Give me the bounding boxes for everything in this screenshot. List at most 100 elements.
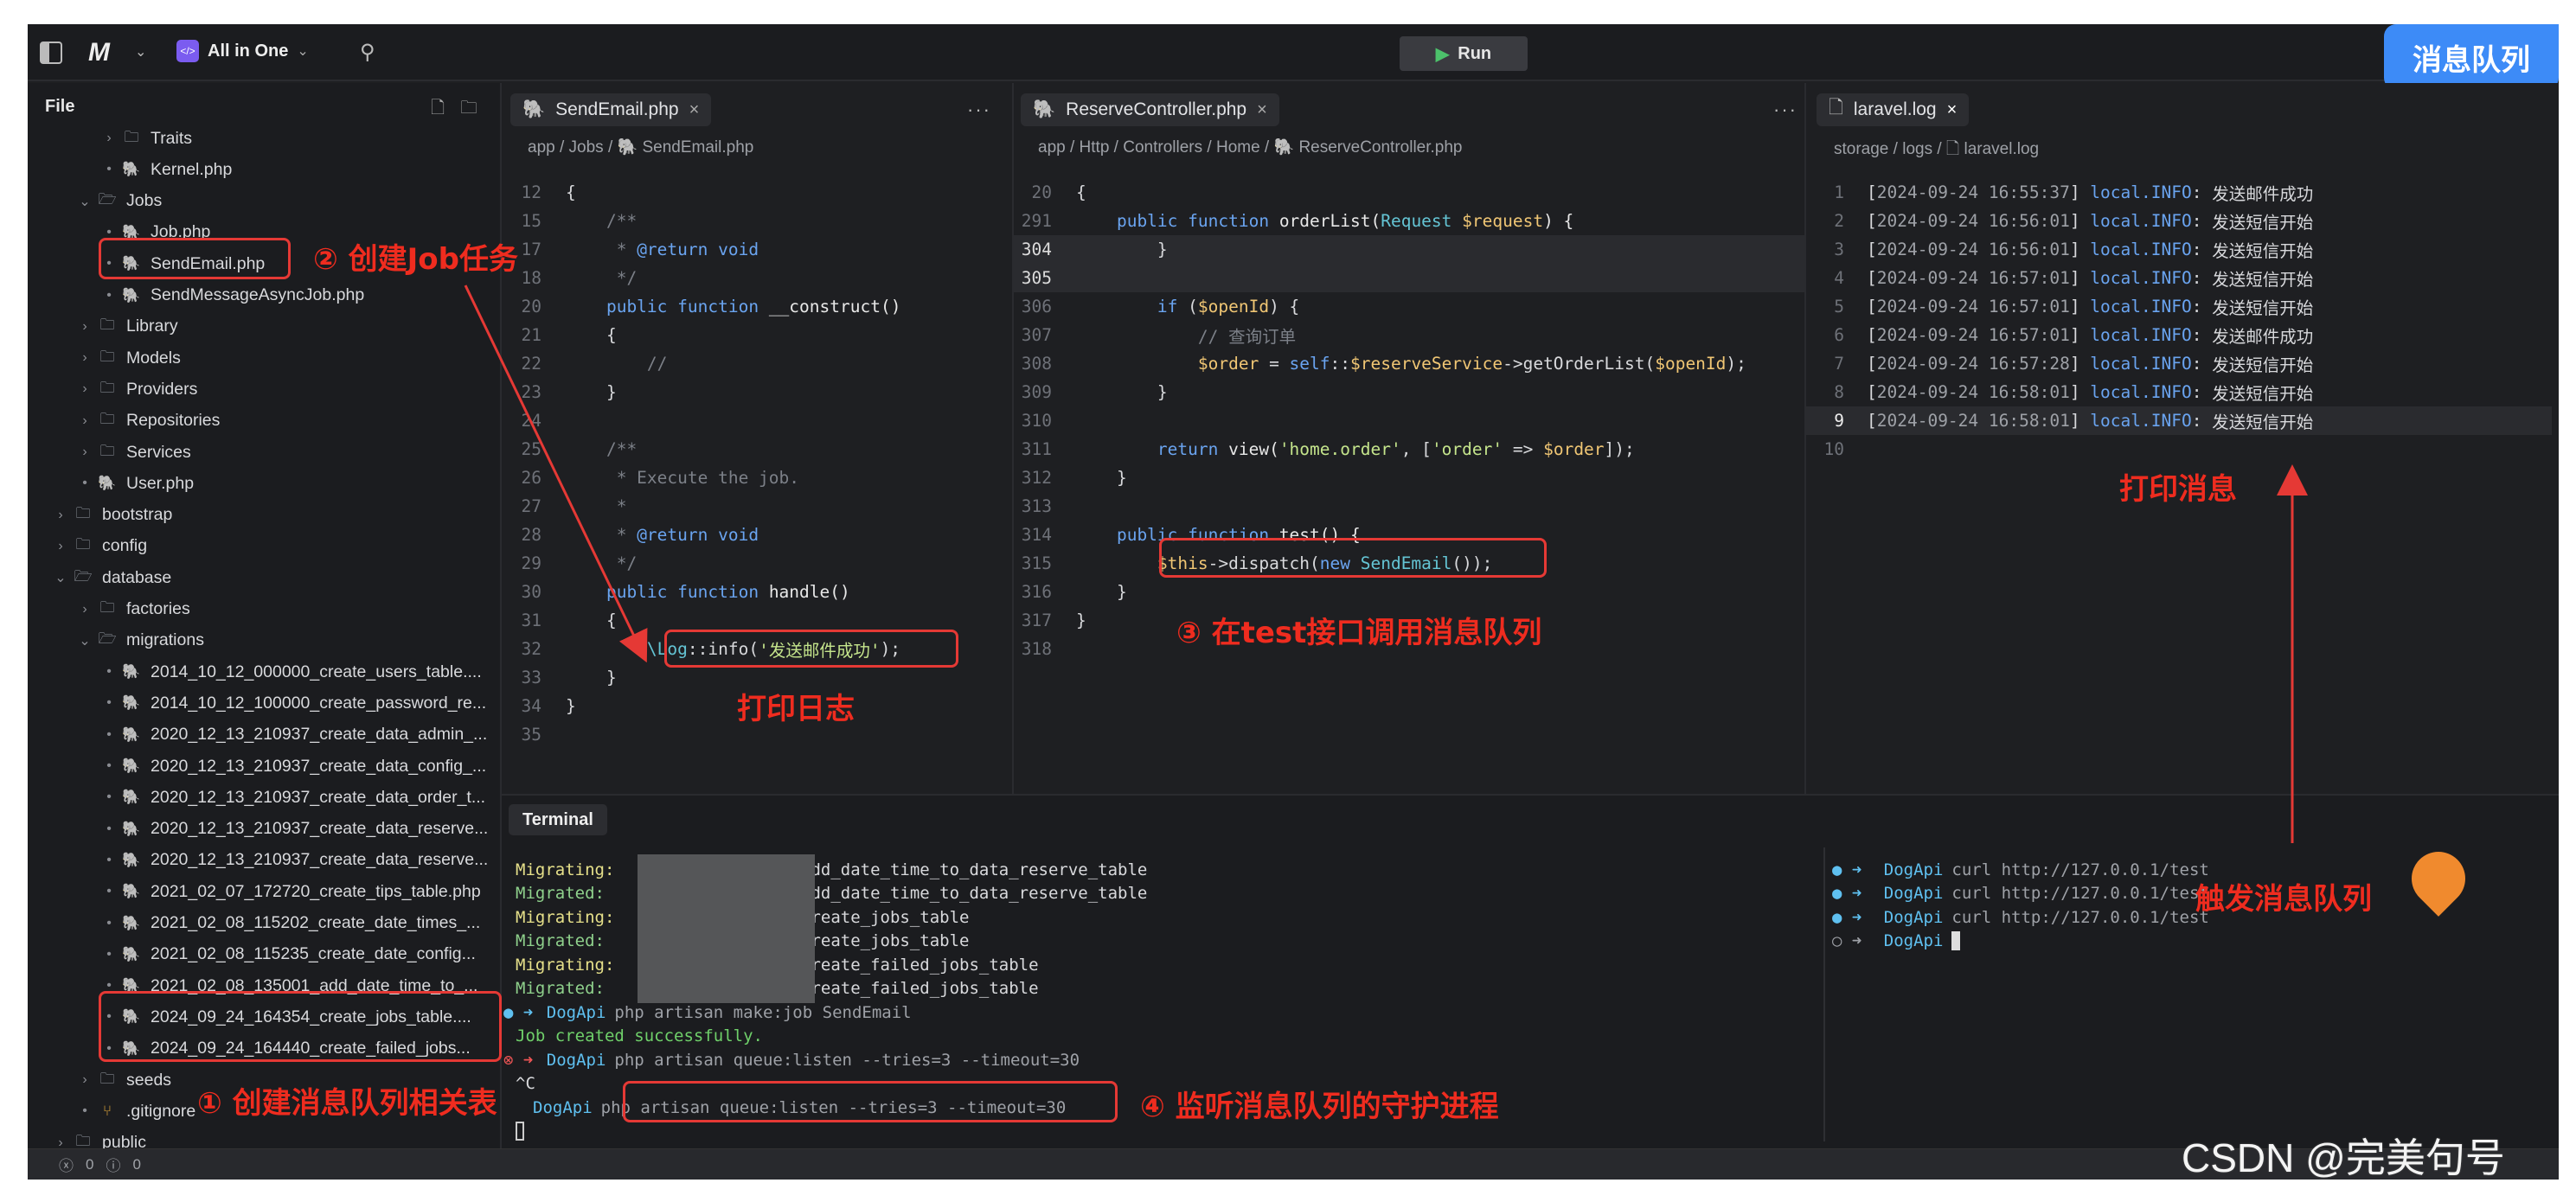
bullet-icon[interactable]: •	[99, 727, 119, 743]
bullet-icon[interactable]: •	[99, 288, 119, 304]
bullet-icon[interactable]: •	[99, 758, 119, 774]
crumb-item[interactable]: Jobs	[569, 138, 604, 157]
file-tree-item[interactable]: › 🗀 Models	[74, 342, 181, 374]
bullet-icon[interactable]: •	[99, 947, 119, 962]
terminal-line[interactable]: Migrated: add_date_time_to_data_reserve_t…	[516, 882, 1147, 905]
file-tree-item[interactable]: ⌄ 🗁 database	[50, 562, 171, 593]
crumb-item[interactable]: storage	[1834, 140, 1888, 158]
bullet-icon[interactable]: •	[99, 916, 119, 931]
file-tree-item[interactable]: • 🐘 2021_02_08_115202_create_date_times_..…	[99, 908, 480, 939]
file-tree-item[interactable]: • 🐘 Kernel.php	[99, 154, 232, 185]
crumb-item[interactable]: Home	[1216, 138, 1260, 157]
close-icon[interactable]: ×	[1947, 100, 1958, 120]
file-tree-item[interactable]: › 🗀 bootstrap	[50, 500, 172, 531]
log-line[interactable]: 9 [2024-09-24 16:58:01] local.INFO: 发送短信开…	[1806, 406, 2552, 435]
chevron-right-icon[interactable]: ›	[99, 131, 119, 146]
terminal-cursor[interactable]	[516, 1120, 524, 1143]
file-tree-item[interactable]: ⌄ 🗁 Jobs	[74, 186, 162, 217]
run-button[interactable]: ▶ Run	[1400, 36, 1528, 71]
file-tree-item[interactable]: • 🐘 SendMessageAsyncJob.php	[99, 280, 364, 311]
file-tree-item[interactable]: ⌄ 🗁 migrations	[74, 625, 204, 656]
log-line[interactable]: 8 [2024-09-24 16:58:01] local.INFO: 发送短信开…	[1806, 378, 2313, 406]
chevron-down-icon[interactable]: ⌄	[74, 632, 95, 649]
terminal-line[interactable]: ● ➜ DogApi curl http://127.0.0.1/test	[1832, 905, 2209, 929]
error-icon[interactable]: ⓧ	[59, 1154, 74, 1175]
bullet-icon[interactable]: •	[74, 476, 95, 491]
warning-icon[interactable]: ⓘ	[106, 1154, 120, 1175]
new-file-icon[interactable]: 🗋	[431, 95, 445, 125]
file-tree-item[interactable]: › 🗀 factories	[74, 594, 189, 625]
crumb-item[interactable]: laravel.log	[1964, 140, 2039, 158]
file-tree-item[interactable]: › 🗀 Services	[74, 437, 190, 468]
log-line[interactable]: 4 [2024-09-24 16:57:01] local.INFO: 发送短信开…	[1806, 264, 2313, 292]
terminal-line[interactable]: ⊗ ➜ DogApi php artisan queue:listen --tri…	[503, 1048, 1080, 1071]
file-tree-item[interactable]: › 🗀 public	[50, 1128, 146, 1148]
tab-reservecontroller[interactable]: 🐘 ReserveController.php ×	[1021, 93, 1279, 126]
chevron-right-icon[interactable]: ›	[74, 413, 95, 429]
file-tree-item[interactable]: • 🐘 2014_10_12_100000_create_password_re..…	[99, 687, 486, 719]
new-folder-icon[interactable]: 🗀	[460, 95, 477, 125]
crumb-item[interactable]: Http	[1080, 138, 1110, 157]
chevron-right-icon[interactable]: ›	[50, 1135, 71, 1148]
file-tree-item[interactable]: › 🗀 seeds	[74, 1065, 171, 1096]
terminal-line[interactable]: Migrating: add_date_time_to_data_reserve_…	[516, 858, 1147, 881]
bullet-icon[interactable]: •	[99, 884, 119, 899]
close-icon[interactable]: ×	[1257, 100, 1267, 120]
crumb-item[interactable]: Controllers	[1123, 138, 1202, 157]
bullet-icon[interactable]: •	[99, 664, 119, 680]
chevron-right-icon[interactable]: ›	[74, 444, 95, 460]
chevron-down-icon[interactable]: ⌄	[135, 43, 146, 61]
file-tree-item[interactable]: • 🐘 2020_12_13_210937_create_data_config_.…	[99, 751, 486, 782]
bullet-icon[interactable]: •	[99, 822, 119, 837]
crumb-item[interactable]: app	[528, 138, 555, 157]
file-tree-item[interactable]: • 🐘 2014_10_12_000000_create_users_table..…	[99, 656, 482, 687]
log-line[interactable]: 7 [2024-09-24 16:57:28] local.INFO: 发送短信开…	[1806, 349, 2313, 378]
bullet-icon[interactable]: •	[99, 695, 119, 711]
chevron-right-icon[interactable]: ›	[74, 1072, 95, 1088]
file-tree-item[interactable]: • 🐘 2020_12_13_210937_create_data_admin_..…	[99, 719, 487, 751]
log-line[interactable]: 2 [2024-09-24 16:56:01] local.INFO: 发送短信开…	[1806, 207, 2313, 235]
chevron-right-icon[interactable]: ›	[74, 350, 95, 366]
log-line[interactable]: 5 [2024-09-24 16:57:01] local.INFO: 发送短信开…	[1806, 292, 2313, 321]
crumb-item[interactable]: ReserveController.php	[1298, 138, 1462, 157]
file-tree-item[interactable]: • 🐘 2020_12_13_210937_create_data_reserve.…	[99, 845, 488, 876]
log-line[interactable]: 10	[1806, 435, 1867, 464]
file-tree-item[interactable]: › 🗀 config	[50, 531, 147, 562]
file-tree-item[interactable]: › 🗀 Repositories	[74, 406, 220, 437]
more-icon[interactable]: ···	[1773, 99, 1797, 121]
terminal-line[interactable]: ^C	[516, 1072, 535, 1096]
terminal-line[interactable]: ● ➜ DogApi curl http://127.0.0.1/test	[1832, 858, 2209, 881]
log-line[interactable]: 1 [2024-09-24 16:55:37] local.INFO: 发送邮件成…	[1806, 178, 2313, 207]
chevron-down-icon[interactable]: ⌄	[50, 569, 71, 586]
bullet-icon[interactable]: •	[99, 790, 119, 805]
file-tree-item[interactable]: • 🐘 2020_12_13_210937_create_data_order_t.…	[99, 782, 485, 813]
file-tree-item[interactable]: • 🐘 2021_02_07_172720_create_tips_table.ph…	[99, 876, 481, 907]
chevron-down-icon[interactable]: ⌄	[74, 193, 95, 210]
file-tree-item[interactable]: › 🗀 Traits	[99, 123, 192, 154]
file-tree-item[interactable]: • 🐘 2021_02_08_115235_create_date_config..…	[99, 939, 476, 970]
terminal-line[interactable]: ● ➜ DogApi php artisan make:job SendEmail	[503, 1001, 912, 1024]
crumb-item[interactable]: SendEmail.php	[642, 138, 753, 157]
tab-laravel-log[interactable]: 🗋 laravel.log ×	[1817, 93, 1970, 126]
chevron-right-icon[interactable]: ›	[74, 319, 95, 335]
more-icon[interactable]: ···	[967, 99, 991, 121]
file-tree-item[interactable]: • 🐘 2020_12_13_210937_create_data_reserve.…	[99, 814, 488, 845]
file-tree-item[interactable]: › 🗀 Providers	[74, 374, 197, 405]
terminal-divider[interactable]	[1823, 847, 1825, 1141]
file-tree-item[interactable]: • ⑂ .gitignore	[74, 1096, 195, 1127]
chevron-right-icon[interactable]: ›	[50, 539, 71, 554]
chevron-right-icon[interactable]: ›	[74, 602, 95, 617]
bullet-icon[interactable]: •	[99, 162, 119, 177]
tab-sendemail[interactable]: 🐘 SendEmail.php ×	[510, 93, 712, 126]
log-line[interactable]: 6 [2024-09-24 16:57:01] local.INFO: 发送邮件成…	[1806, 321, 2313, 349]
bullet-icon[interactable]: •	[99, 853, 119, 868]
file-tree-item[interactable]: › 🗀 Library	[74, 311, 177, 342]
log-line[interactable]: 3 [2024-09-24 16:56:01] local.INFO: 发送短信开…	[1806, 235, 2313, 264]
chevron-right-icon[interactable]: ›	[50, 508, 71, 523]
terminal-line[interactable]: ○ ➜ DogApi	[1832, 930, 1961, 953]
crumb-item[interactable]: app	[1038, 138, 1066, 157]
file-tree-item[interactable]: • 🐘 User.php	[74, 468, 194, 499]
project-selector[interactable]: </> All in One ⌄	[176, 40, 309, 62]
bullet-icon[interactable]: •	[74, 1103, 95, 1119]
terminal-line[interactable]: Job created successfully.	[516, 1025, 763, 1048]
